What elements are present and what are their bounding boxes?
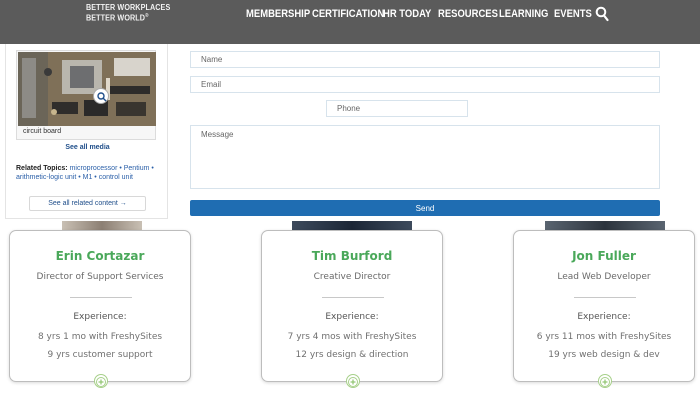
team-member-name: Tim Burford (311, 249, 393, 263)
team-card: Erin Cortazar Director of Support Servic… (9, 230, 191, 388)
team-member-role: Director of Support Services (36, 272, 164, 282)
team-member-role: Lead Web Developer (557, 272, 651, 282)
phone-field[interactable] (326, 100, 468, 117)
related-topics-label: Related Topics: (16, 165, 68, 172)
site-header: BETTER WORKPLACES BETTER WORLD® MEMBERSH… (0, 0, 700, 44)
experience-line: 8 yrs 1 mo with FreshySites (37, 332, 163, 342)
experience-label: Experience: (577, 312, 631, 322)
expand-plus-icon[interactable] (346, 374, 360, 388)
experience-line: 7 yrs 4 mos with FreshySites (287, 332, 417, 342)
image-caption: circuit board (23, 128, 62, 135)
nav-resources[interactable]: RESOURCES (438, 7, 498, 21)
experience-label: Experience: (73, 312, 127, 322)
team-member-name: Jon Fuller (572, 249, 636, 263)
nav-membership[interactable]: MEMBERSHIP (246, 7, 310, 21)
team-card: Tim Burford Creative Director Experience… (261, 230, 443, 388)
divider (574, 297, 636, 298)
experience-line: 6 yrs 11 mos with FreshySites (536, 332, 672, 342)
email-field[interactable] (190, 76, 660, 93)
team-card: Jon Fuller Lead Web Developer Experience… (513, 230, 695, 388)
experience-line: 12 yrs design & direction (295, 350, 409, 360)
divider (70, 297, 132, 298)
nav-events[interactable]: EVENTS (554, 7, 592, 21)
team-member-role: Creative Director (313, 272, 391, 282)
expand-plus-icon[interactable] (94, 374, 108, 388)
send-button[interactable]: Send (190, 200, 660, 216)
circuit-board-image[interactable] (16, 50, 156, 140)
site-logo[interactable]: BETTER WORKPLACES BETTER WORLD® (86, 3, 170, 23)
zoom-icon[interactable] (93, 88, 109, 104)
divider (322, 297, 384, 298)
expand-plus-icon[interactable] (598, 374, 612, 388)
experience-line: 19 yrs web design & dev (548, 350, 660, 360)
message-field[interactable] (190, 125, 660, 189)
see-all-media-link[interactable]: See all media (11, 144, 164, 151)
experience-label: Experience: (325, 312, 379, 322)
experience-line: 9 yrs customer support (47, 350, 153, 360)
related-topics: Related Topics: microprocessor • Pentium… (16, 164, 161, 182)
see-all-related-button[interactable]: See all related content → (29, 196, 146, 211)
search-icon[interactable] (595, 6, 609, 22)
team-member-name: Erin Cortazar (55, 249, 145, 263)
logo-registered-mark: ® (145, 13, 149, 19)
name-field[interactable] (190, 51, 660, 68)
nav-learning[interactable]: LEARNING (499, 7, 548, 21)
nav-certification[interactable]: CERTIFICATION (312, 7, 384, 21)
logo-line-1: BETTER WORKPLACES (86, 3, 171, 12)
nav-hr-today[interactable]: HR TODAY (383, 7, 431, 21)
logo-line-2: BETTER WORLD (86, 13, 146, 23)
media-sidebar: circuit board See all media Related Topi… (5, 44, 168, 219)
